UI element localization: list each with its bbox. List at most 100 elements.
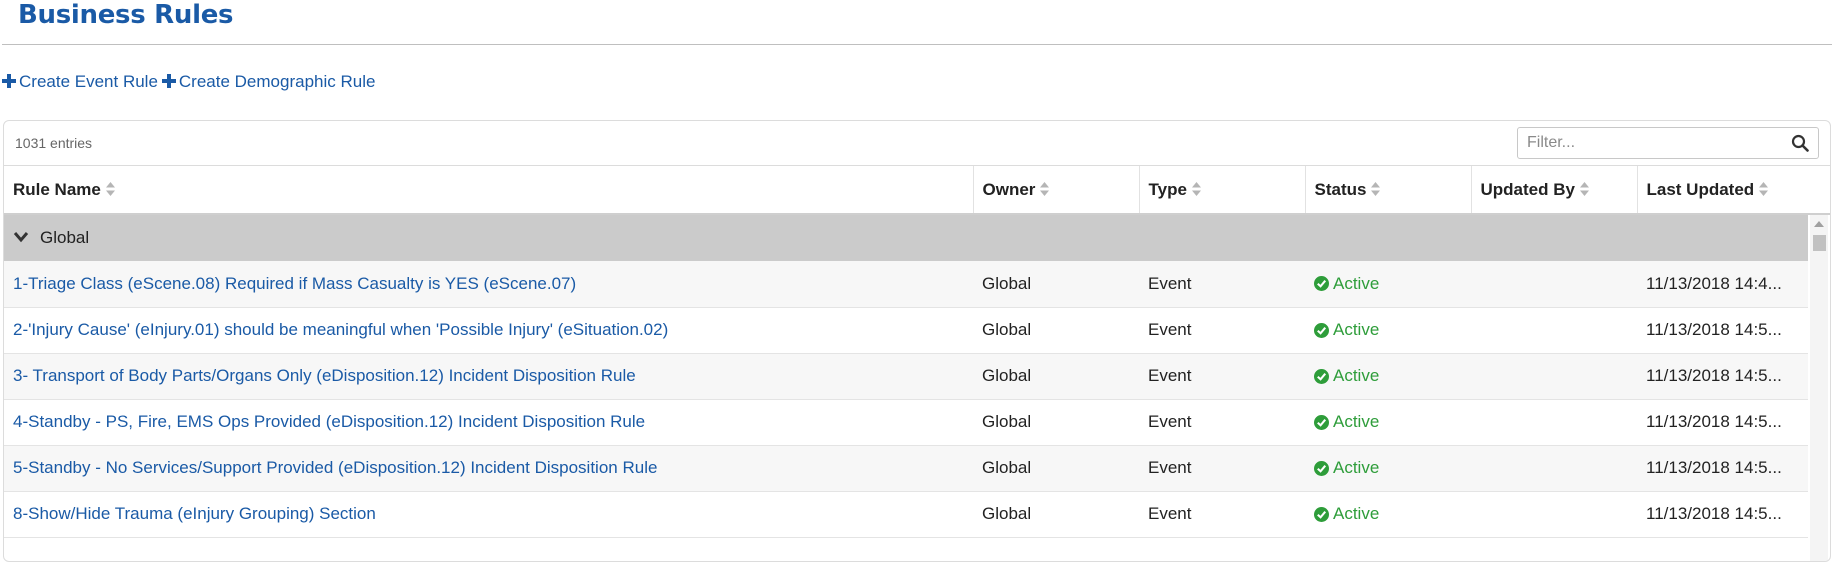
updated-by-cell <box>1471 307 1637 354</box>
title-divider <box>2 44 1832 45</box>
sort-icon <box>1579 181 1589 196</box>
rule-name-cell: 5-Standby - No Services/Support Provided… <box>4 445 973 492</box>
last-updated-cell: 11/13/2018 14:5... <box>1637 353 1809 400</box>
column-header-status[interactable]: Status <box>1305 166 1472 215</box>
create-demographic-rule-label: Create Demographic Rule <box>178 72 376 91</box>
column-header-updated-by[interactable]: Updated By <box>1471 166 1638 215</box>
updated-by-cell <box>1471 491 1637 538</box>
filter-box <box>1517 127 1819 159</box>
table-row[interactable]: 4-Standby - PS, Fire, EMS Ops Provided (… <box>4 399 1809 446</box>
status-badge: Active <box>1314 320 1471 340</box>
column-header-type[interactable]: Type <box>1139 166 1306 215</box>
column-header-table: Rule Name Owner Type Status Updated By L… <box>4 166 1830 215</box>
type-cell: Event <box>1139 399 1305 446</box>
rules-table: Global 1-Triage Class (eScene.08) Requir… <box>4 215 1809 538</box>
check-circle-icon <box>1314 414 1329 430</box>
column-label: Updated By <box>1480 179 1575 199</box>
last-updated-cell: 11/13/2018 14:5... <box>1637 399 1809 446</box>
rules-table-body: Global 1-Triage Class (eScene.08) Requir… <box>4 215 1809 538</box>
rule-name-link[interactable]: 2-'Injury Cause' (eInjury.01) should be … <box>13 320 668 339</box>
updated-by-cell <box>1471 353 1637 400</box>
table-row[interactable]: 5-Standby - No Services/Support Provided… <box>4 445 1809 492</box>
owner-cell: Global <box>973 445 1139 492</box>
group-label: Global <box>40 228 90 247</box>
owner-cell: Global <box>973 491 1139 538</box>
column-header-rule-name[interactable]: Rule Name <box>4 166 974 215</box>
group-row-global[interactable]: Global <box>4 215 1809 261</box>
chevron-down-icon[interactable] <box>13 231 29 243</box>
status-label: Active <box>1333 504 1380 523</box>
status-cell: Active <box>1305 261 1471 308</box>
status-label: Active <box>1333 412 1380 431</box>
owner-cell: Global <box>973 399 1139 446</box>
type-cell: Event <box>1139 307 1305 354</box>
rule-name-link[interactable]: 5-Standby - No Services/Support Provided… <box>13 458 657 477</box>
rule-name-link[interactable]: 3- Transport of Body Parts/Organs Only (… <box>13 366 636 385</box>
type-cell: Event <box>1139 353 1305 400</box>
column-label: Last Updated <box>1646 179 1755 199</box>
entries-count: 1031 entries <box>15 135 93 151</box>
action-bar: Create Event Rule Create Demographic Rul… <box>2 72 375 92</box>
column-label: Owner <box>982 179 1036 199</box>
last-updated-cell: 11/13/2018 14:4... <box>1637 261 1809 308</box>
sort-icon <box>1191 181 1201 196</box>
updated-by-cell <box>1471 261 1637 308</box>
page-title: Business Rules <box>18 0 234 30</box>
column-label: Rule Name <box>13 179 101 199</box>
status-cell: Active <box>1305 491 1471 538</box>
last-updated-cell: 11/13/2018 14:5... <box>1637 491 1809 538</box>
plus-icon <box>161 74 176 88</box>
owner-cell: Global <box>973 307 1139 354</box>
table-row[interactable]: 3- Transport of Body Parts/Organs Only (… <box>4 353 1809 400</box>
owner-cell: Global <box>973 261 1139 308</box>
status-badge: Active <box>1314 366 1471 386</box>
check-circle-icon <box>1314 460 1329 476</box>
check-circle-icon <box>1314 276 1329 292</box>
create-demographic-rule-button[interactable]: Create Demographic Rule <box>161 72 376 92</box>
filter-input[interactable] <box>1518 128 1786 158</box>
table-row[interactable]: 8-Show/Hide Trauma (eInjury Grouping) Se… <box>4 491 1809 538</box>
type-cell: Event <box>1139 261 1305 308</box>
sort-icon <box>105 181 115 196</box>
status-badge: Active <box>1314 274 1471 294</box>
column-label: Type <box>1148 179 1187 199</box>
vertical-scrollbar[interactable] <box>1810 215 1828 561</box>
owner-cell: Global <box>973 353 1139 400</box>
rules-grid-panel: 1031 entries Rule Name Owner Type Status… <box>3 120 1831 562</box>
column-label: Status <box>1314 179 1367 199</box>
type-cell: Event <box>1139 445 1305 492</box>
grid-body-scroll-area[interactable]: Global 1-Triage Class (eScene.08) Requir… <box>4 215 1830 561</box>
column-header-owner[interactable]: Owner <box>973 166 1140 215</box>
group-cell: Global <box>4 215 1809 261</box>
create-event-rule-button[interactable]: Create Event Rule <box>2 72 158 92</box>
status-cell: Active <box>1305 353 1471 400</box>
rule-name-link[interactable]: 4-Standby - PS, Fire, EMS Ops Provided (… <box>13 412 645 431</box>
create-event-rule-label: Create Event Rule <box>19 72 158 91</box>
check-circle-icon <box>1314 322 1329 338</box>
scrollbar-thumb[interactable] <box>1813 235 1826 251</box>
scroll-up-arrow-icon[interactable] <box>1814 221 1824 227</box>
status-badge: Active <box>1314 504 1471 524</box>
updated-by-cell <box>1471 445 1637 492</box>
column-header-last-updated[interactable]: Last Updated <box>1637 166 1830 215</box>
rule-name-cell: 8-Show/Hide Trauma (eInjury Grouping) Se… <box>4 491 973 538</box>
rule-name-cell: 3- Transport of Body Parts/Organs Only (… <box>4 353 973 400</box>
sort-icon <box>1759 181 1769 196</box>
rule-name-link[interactable]: 1-Triage Class (eScene.08) Required if M… <box>13 274 576 293</box>
sort-icon <box>1371 181 1381 196</box>
search-icon[interactable] <box>1791 134 1809 152</box>
table-row[interactable]: 2-'Injury Cause' (eInjury.01) should be … <box>4 307 1809 354</box>
grid-toolbar: 1031 entries <box>4 121 1830 166</box>
status-label: Active <box>1333 458 1380 477</box>
status-label: Active <box>1333 273 1380 293</box>
status-cell: Active <box>1305 399 1471 446</box>
plus-icon <box>2 74 16 88</box>
table-row[interactable]: 1-Triage Class (eScene.08) Required if M… <box>4 261 1809 308</box>
rule-name-cell: 4-Standby - PS, Fire, EMS Ops Provided (… <box>4 399 973 446</box>
status-badge: Active <box>1314 458 1471 478</box>
rule-name-link[interactable]: 8-Show/Hide Trauma (eInjury Grouping) Se… <box>13 504 376 523</box>
last-updated-cell: 11/13/2018 14:5... <box>1637 445 1809 492</box>
status-label: Active <box>1333 320 1380 339</box>
check-circle-icon <box>1314 506 1329 522</box>
status-cell: Active <box>1305 307 1471 354</box>
